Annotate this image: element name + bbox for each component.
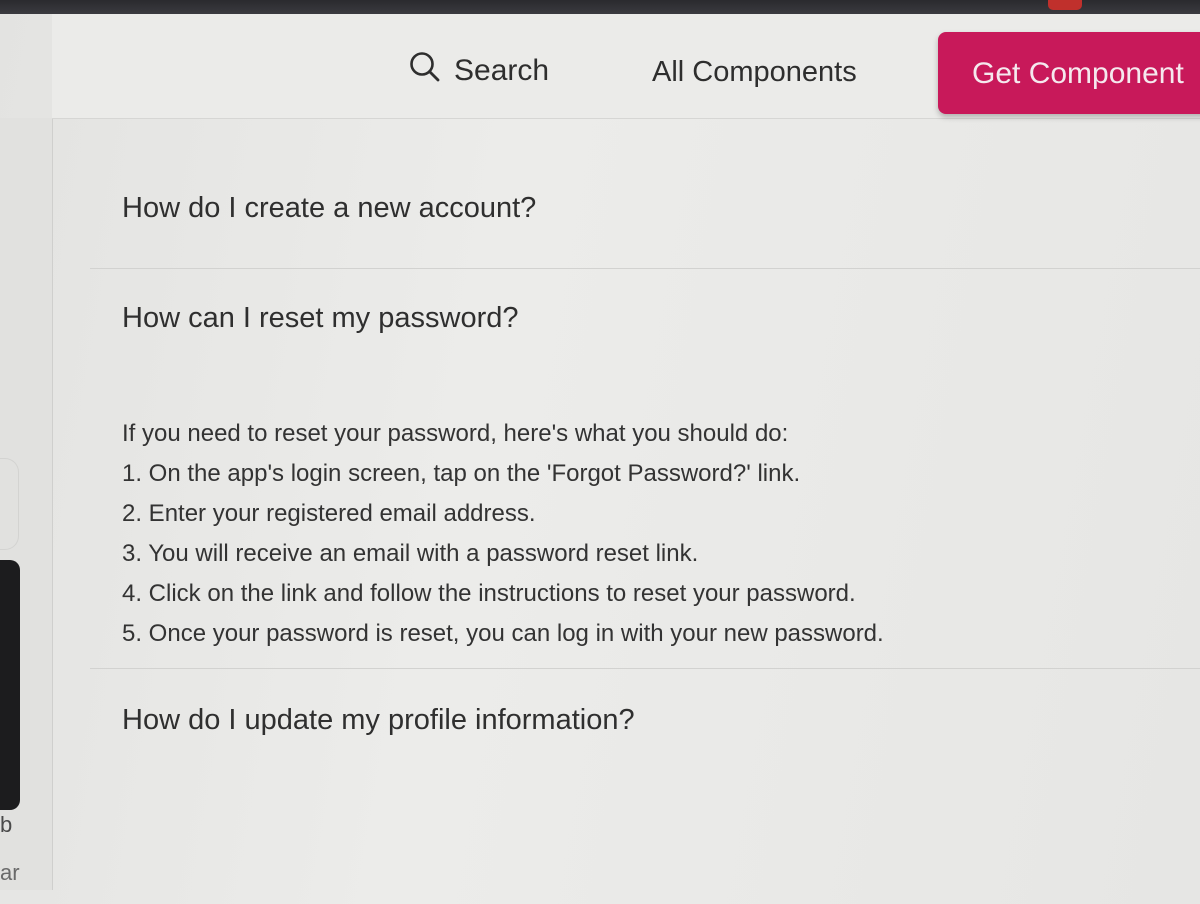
- search-label: Search: [454, 54, 550, 87]
- search-icon: [408, 50, 442, 92]
- sidebar-text-fragment: ar: [0, 860, 20, 885]
- top-nav: Search All Components Get Component: [52, 14, 1200, 119]
- answer-step: 3. You will receive an email with a pass…: [122, 540, 699, 567]
- get-component-label: Get Component: [972, 57, 1184, 90]
- divider: [90, 268, 1200, 269]
- answer-step: 1. On the app's login screen, tap on the…: [122, 460, 801, 487]
- faq-question-update-profile[interactable]: How do I update my profile information?: [122, 704, 635, 737]
- sidebar-text-fragment: b: [0, 812, 13, 837]
- faq-question-create-account[interactable]: How do I create a new account?: [122, 192, 536, 225]
- bezel-indicator: [1048, 0, 1082, 10]
- answer-step: 4. Click on the link and follow the inst…: [122, 580, 856, 607]
- divider: [90, 668, 1200, 669]
- faq-question-reset-password[interactable]: How can I reset my password?: [122, 302, 518, 335]
- answer-intro: If you need to reset your password, here…: [122, 420, 789, 447]
- sidebar-item[interactable]: [0, 458, 19, 550]
- answer-step: 2. Enter your registered email address.: [122, 500, 536, 527]
- answer-step: 5. Once your password is reset, you can …: [122, 620, 884, 647]
- search-button[interactable]: Search: [408, 50, 549, 92]
- get-component-button[interactable]: Get Component: [938, 32, 1200, 114]
- faq-answer-reset-password: If you need to reset your password, here…: [122, 414, 884, 654]
- overlapping-device-edge: [0, 560, 20, 810]
- all-components-link[interactable]: All Components: [652, 56, 857, 89]
